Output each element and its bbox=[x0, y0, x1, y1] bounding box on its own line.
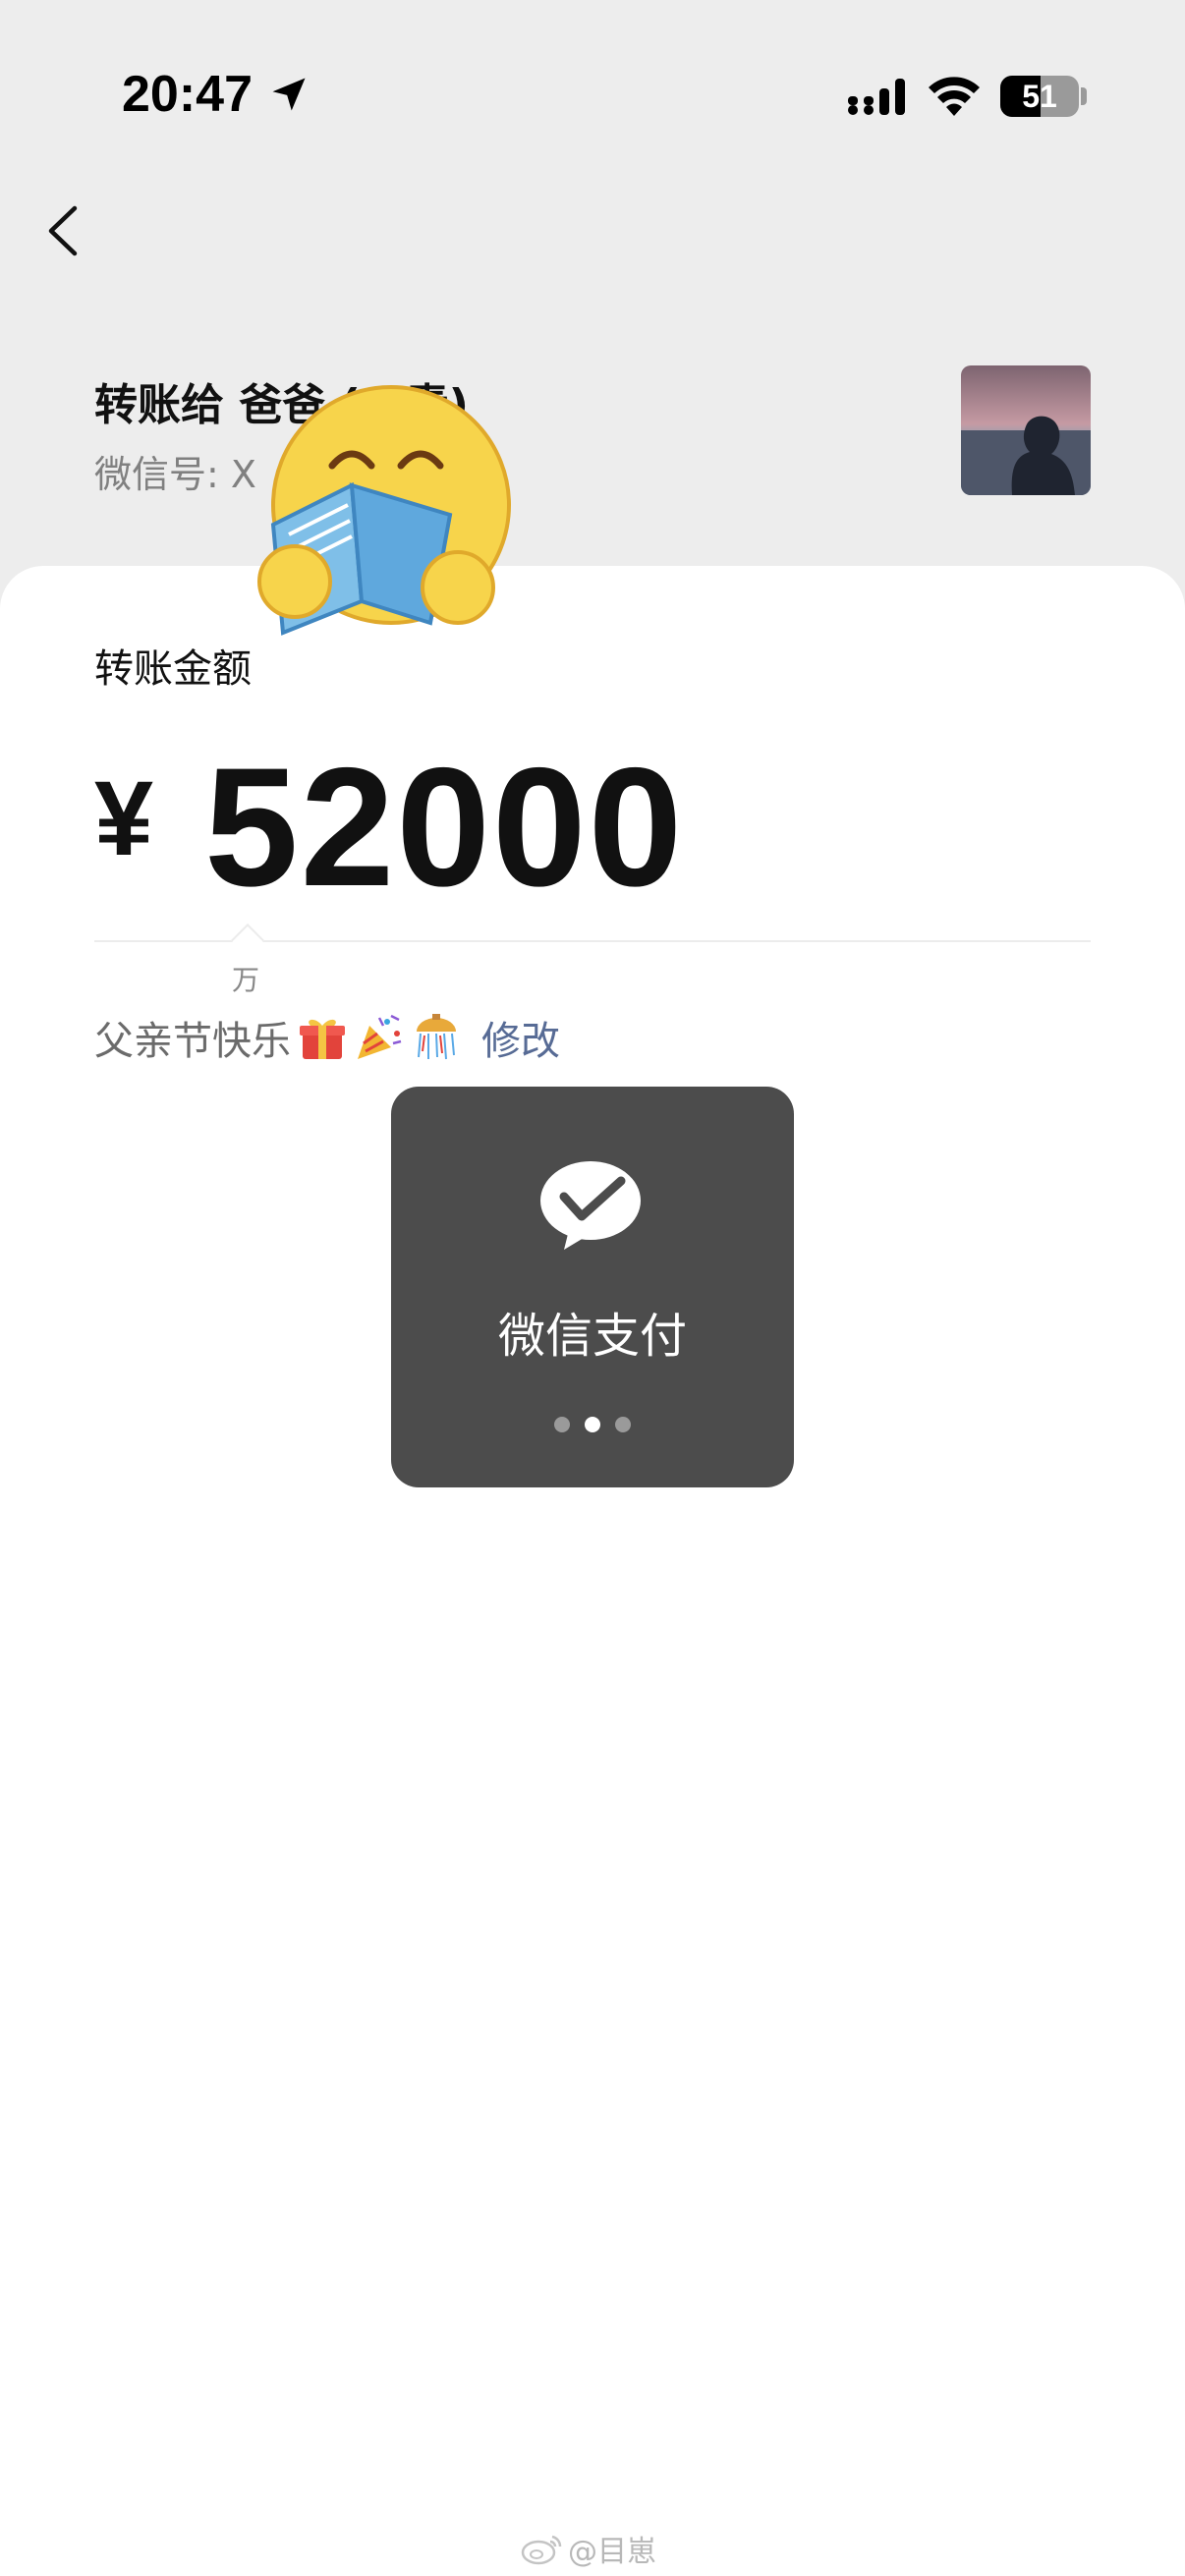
location-arrow-icon bbox=[272, 78, 306, 111]
status-time: 20:47 bbox=[122, 66, 253, 123]
remark-row: 父亲节快乐 修改 bbox=[94, 1008, 560, 1067]
status-bar: 20:47 51 bbox=[0, 0, 1185, 187]
loading-dot bbox=[554, 1417, 570, 1432]
wechat-pay-loading-toast: 微信支付 bbox=[391, 1087, 794, 1487]
loading-dots bbox=[554, 1417, 631, 1432]
watermark-text: @目崽 bbox=[568, 2535, 656, 2569]
amount-label: 转账金额 bbox=[94, 646, 252, 692]
signal-icon bbox=[848, 79, 905, 115]
watermark: @目崽 bbox=[521, 2527, 656, 2570]
remark-text: 父亲节快乐 bbox=[94, 1019, 291, 1064]
toast-text: 微信支付 bbox=[497, 1309, 687, 1364]
confetti-ball-emoji bbox=[417, 1014, 456, 1060]
party-popper-emoji bbox=[358, 1014, 402, 1059]
loading-dot bbox=[585, 1417, 600, 1432]
gift-emoji bbox=[300, 1019, 345, 1059]
avatar-image bbox=[961, 365, 1091, 495]
avatar[interactable] bbox=[961, 365, 1091, 495]
battery-cap bbox=[1081, 87, 1087, 105]
recipient-wechat-id: 微信号: X bbox=[94, 453, 256, 496]
currency-symbol: ¥ bbox=[94, 758, 154, 877]
reading-smiley-sticker bbox=[257, 385, 511, 636]
amount-input[interactable]: 52000 bbox=[204, 743, 684, 912]
battery-icon: 51 bbox=[1000, 76, 1079, 117]
chevron-left-icon bbox=[48, 205, 78, 256]
edit-remark-link[interactable]: 修改 bbox=[481, 1009, 560, 1066]
loading-dot bbox=[615, 1417, 631, 1432]
back-button[interactable] bbox=[41, 196, 90, 265]
battery-level: 51 bbox=[1022, 78, 1057, 114]
unit-hint: 万 bbox=[232, 964, 260, 996]
wifi-icon bbox=[929, 77, 980, 116]
wechat-pay-icon bbox=[540, 1161, 641, 1250]
weibo-icon bbox=[521, 2535, 562, 2565]
